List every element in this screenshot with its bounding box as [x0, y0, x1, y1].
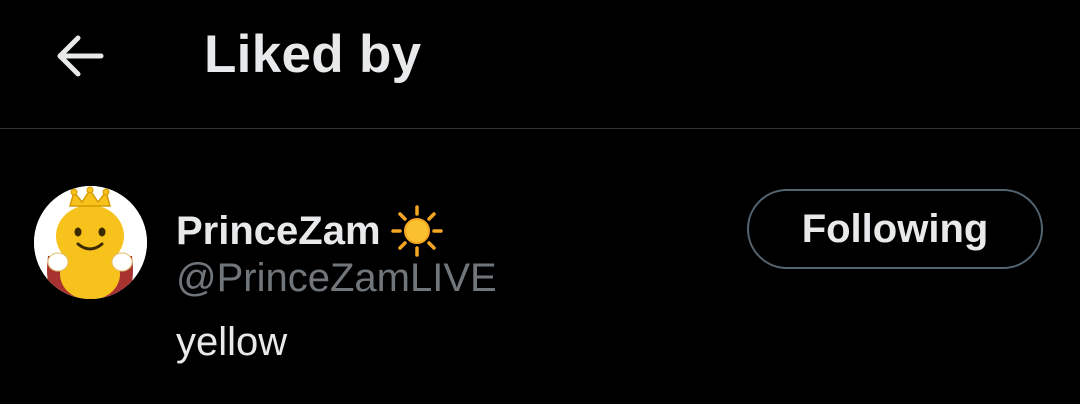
user-display-name-row[interactable]: PrinceZam	[176, 205, 443, 257]
sun-icon	[390, 205, 443, 257]
arrow-left-icon	[57, 35, 104, 77]
user-display-name: PrinceZam	[176, 209, 381, 253]
page-title: Liked by	[204, 25, 422, 84]
user-bio: yellow	[176, 320, 288, 364]
liked-by-page: Liked by PrinceZam @PrinceZamLIVE yellow…	[0, 0, 1080, 404]
header: Liked by	[0, 0, 1080, 128]
user-list-item[interactable]: PrinceZam @PrinceZamLIVE yellow Followin…	[0, 129, 1080, 404]
user-handle: @PrinceZamLIVE	[176, 256, 497, 300]
back-button[interactable]	[44, 20, 116, 92]
avatar[interactable]	[34, 186, 147, 299]
following-button[interactable]: Following	[747, 189, 1043, 269]
avatar-character-image	[34, 186, 147, 299]
